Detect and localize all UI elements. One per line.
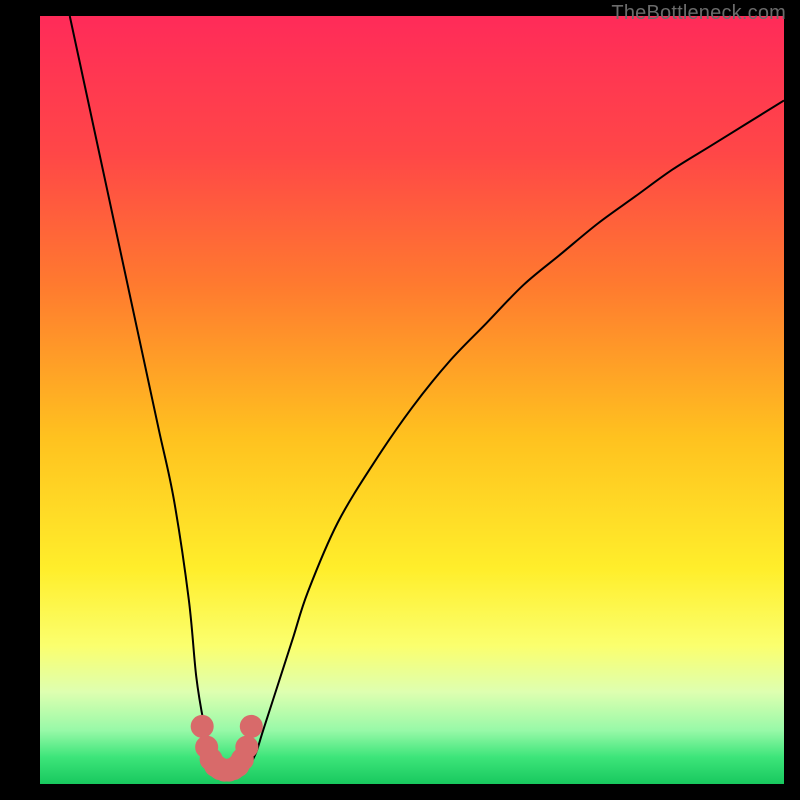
attribution-label: TheBottleneck.com: [611, 2, 786, 25]
chart-stage: TheBottleneck.com: [0, 0, 800, 800]
curve-marker: [191, 715, 213, 737]
marker-group: [191, 715, 262, 781]
curve-layer: [40, 16, 784, 784]
plot-area: [40, 16, 784, 784]
bottleneck-curve: [70, 16, 784, 771]
curve-marker: [240, 715, 262, 737]
curve-marker: [236, 736, 258, 758]
